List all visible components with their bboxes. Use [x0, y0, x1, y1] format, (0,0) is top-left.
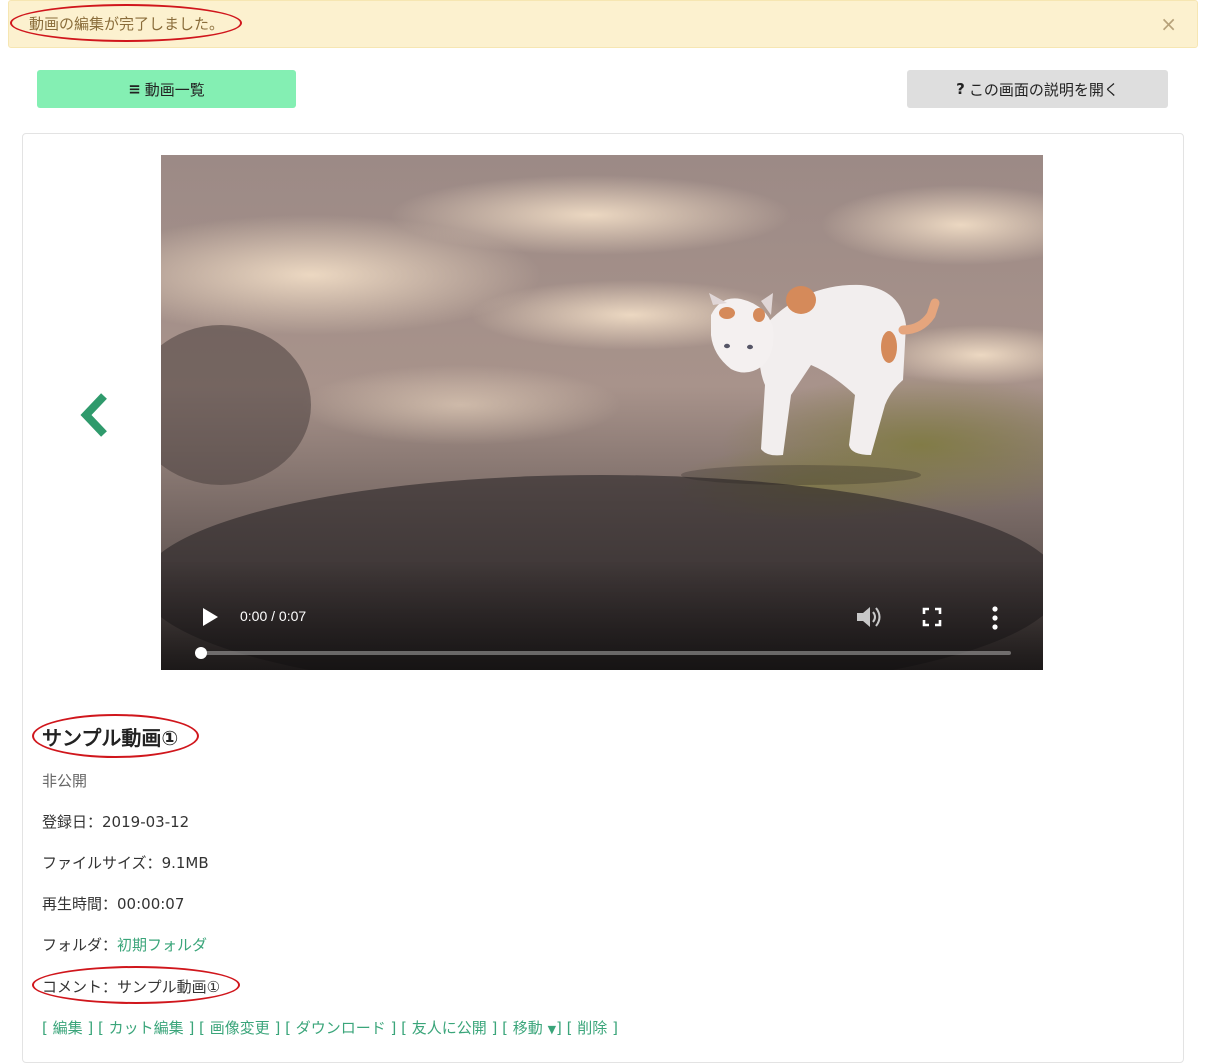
- fullscreen-icon[interactable]: [922, 607, 942, 627]
- visibility-status: 非公開: [42, 772, 88, 790]
- comment-label: コメント：: [42, 978, 118, 996]
- video-player[interactable]: 0:00 / 0:07: [161, 155, 1043, 670]
- alert-message: 動画の編集が完了しました。: [29, 15, 225, 33]
- image-change-link[interactable]: 画像変更: [210, 1019, 270, 1037]
- delete-link[interactable]: 削除: [577, 1019, 607, 1037]
- registered-value: 2019-03-12: [102, 813, 190, 831]
- filesize-value: 9.1MB: [161, 854, 209, 872]
- filesize-label: ファイルサイズ：: [42, 854, 162, 872]
- registered-date-row: 登録日：2019-03-12: [42, 811, 189, 832]
- close-icon[interactable]: ×: [1160, 13, 1177, 35]
- duration-value: 00:00:07: [117, 895, 185, 913]
- filesize-row: ファイルサイズ：9.1MB: [42, 852, 209, 873]
- duration-row: 再生時間：00:00:07: [42, 893, 184, 914]
- cut-edit-link[interactable]: カット編集: [109, 1019, 184, 1037]
- move-label: 移動: [512, 1019, 543, 1037]
- edit-link[interactable]: 編集: [53, 1019, 83, 1037]
- video-controls-bar: 0:00 / 0:07: [161, 560, 1043, 670]
- video-list-button[interactable]: ≡ 動画一覧: [37, 70, 296, 108]
- folder-label: フォルダ：: [42, 936, 118, 954]
- move-dropdown[interactable]: 移動 ▼: [513, 1019, 556, 1037]
- share-friends-link[interactable]: 友人に公開: [412, 1019, 487, 1037]
- success-alert: 動画の編集が完了しました。 ×: [8, 0, 1198, 48]
- registered-label: 登録日：: [42, 813, 103, 831]
- folder-row: フォルダ：初期フォルダ: [42, 934, 207, 955]
- duration-label: 再生時間：: [42, 895, 118, 913]
- list-icon: ≡: [128, 80, 141, 98]
- caret-down-icon: ▼: [547, 1023, 557, 1036]
- play-icon[interactable]: [201, 607, 219, 627]
- action-links: [ 編集 ] [ カット編集 ] [ 画像変更 ] [ ダウンロード ] [ 友…: [42, 1019, 618, 1037]
- progress-bar[interactable]: [195, 647, 1011, 659]
- volume-icon[interactable]: [855, 604, 883, 630]
- chevron-left-icon[interactable]: [78, 392, 112, 438]
- progress-thumb[interactable]: [195, 647, 207, 659]
- help-button[interactable]: ? この画面の説明を開く: [907, 70, 1168, 108]
- more-options-icon[interactable]: [987, 605, 1003, 631]
- time-display: 0:00 / 0:07: [240, 608, 307, 624]
- video-title: サンプル動画①: [42, 726, 179, 750]
- folder-link[interactable]: 初期フォルダ: [117, 936, 207, 954]
- help-label: この画面の説明を開く: [968, 80, 1119, 99]
- comment-row: コメント：サンプル動画①: [42, 976, 220, 997]
- comment-value: サンプル動画①: [117, 978, 221, 996]
- download-link[interactable]: ダウンロード: [296, 1019, 386, 1037]
- question-icon: ?: [956, 80, 965, 98]
- video-list-label: 動画一覧: [144, 80, 205, 99]
